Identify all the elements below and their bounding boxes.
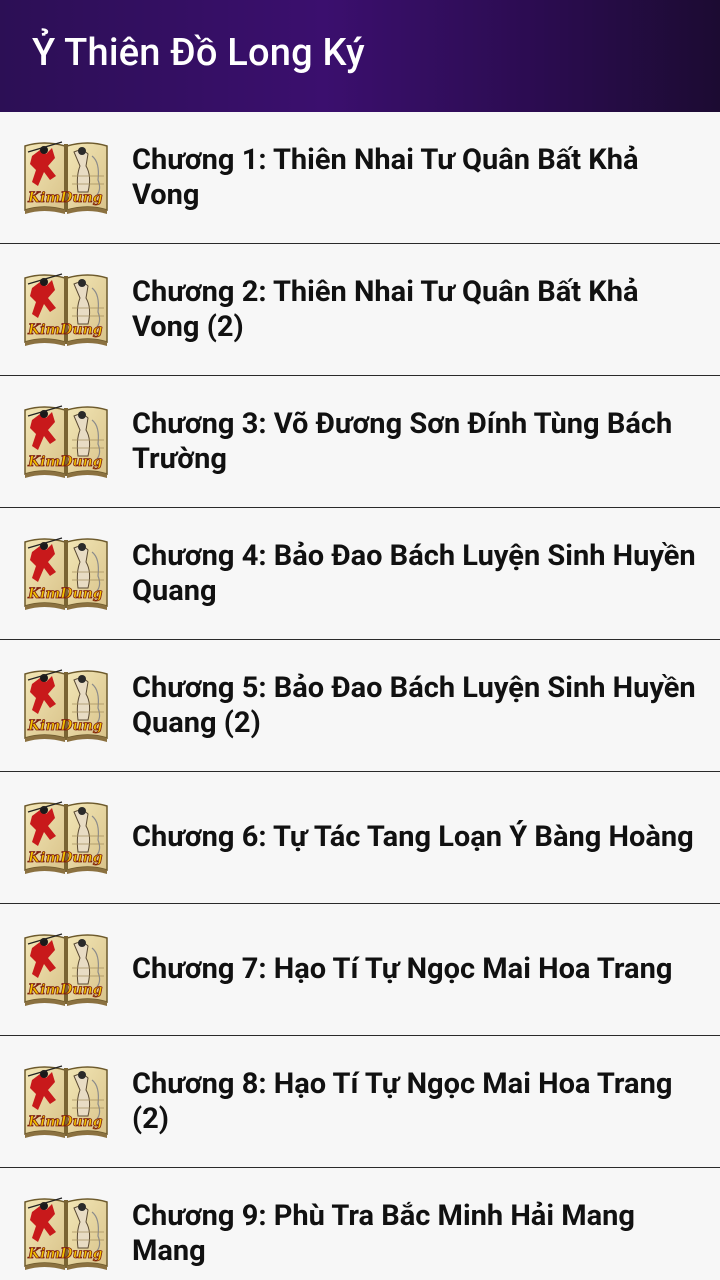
- svg-text:KimDung: KimDung: [27, 718, 103, 734]
- chapter-title: Chương 7: Hạo Tí Tự Ngọc Mai Hoa Trang: [132, 952, 673, 986]
- app-title: Ỷ Thiên Đồ Long Ký: [32, 31, 365, 75]
- chapter-row[interactable]: KimDung Chương 6: Tự Tác Tang Loạn Ý Bàn…: [0, 772, 720, 904]
- chapter-title: Chương 5: Bảo Đao Bách Luyện Sinh Huyền …: [132, 670, 696, 740]
- kim-dung-book-icon: KimDung: [24, 1065, 108, 1138]
- chapter-title: Chương 2: Thiên Nhai Tư Quân Bất Khả Von…: [132, 274, 639, 344]
- app-bar: Ỷ Thiên Đồ Long Ký: [0, 0, 720, 112]
- kim-dung-book-icon: KimDung: [24, 537, 108, 610]
- svg-text:KimDung: KimDung: [27, 454, 103, 470]
- chapter-title: Chương 9: Phù Tra Bắc Minh Hải Mang Mang: [132, 1198, 635, 1268]
- chapter-title: Chương 1: Thiên Nhai Tư Quân Bất Khả Von…: [132, 142, 639, 212]
- chapter-title: Chương 3: Võ Đương Sơn Đính Tùng Bách Tr…: [132, 406, 673, 476]
- chapter-row[interactable]: KimDung Chương 5: Bảo Đao Bách Luyện Sin…: [0, 640, 720, 772]
- chapter-title: Chương 4: Bảo Đao Bách Luyện Sinh Huyền …: [132, 538, 696, 608]
- chapter-row[interactable]: KimDung Chương 8: Hạo Tí Tự Ngọc Mai Hoa…: [0, 1036, 720, 1168]
- kim-dung-book-icon: KimDung: [24, 273, 108, 346]
- chapter-row[interactable]: KimDung Chương 9: Phù Tra Bắc Minh Hải M…: [0, 1168, 720, 1280]
- kim-dung-book-icon: KimDung: [24, 933, 108, 1006]
- svg-text:KimDung: KimDung: [27, 322, 103, 338]
- svg-text:KimDung: KimDung: [27, 1114, 103, 1130]
- chapter-list[interactable]: KimDung Chương 1: Thiên Nhai Tư Quân Bất…: [0, 112, 720, 1280]
- svg-text:KimDung: KimDung: [27, 850, 103, 866]
- svg-text:KimDung: KimDung: [27, 1246, 103, 1262]
- kim-dung-book-icon: KimDung: [24, 669, 108, 742]
- chapter-row[interactable]: KimDung Chương 2: Thiên Nhai Tư Quân Bất…: [0, 244, 720, 376]
- chapter-title: Chương 6: Tự Tác Tang Loạn Ý Bàng Hoàng: [132, 820, 694, 854]
- kim-dung-book-icon: KimDung: [24, 1197, 108, 1270]
- kim-dung-book-icon: KimDung: [24, 141, 108, 214]
- chapter-row[interactable]: KimDung Chương 7: Hạo Tí Tự Ngọc Mai Hoa…: [0, 904, 720, 1036]
- svg-text:KimDung: KimDung: [27, 190, 103, 206]
- kim-dung-book-icon: KimDung: [24, 405, 108, 478]
- kim-dung-book-icon: KimDung: [24, 801, 108, 874]
- chapter-row[interactable]: KimDung Chương 4: Bảo Đao Bách Luyện Sin…: [0, 508, 720, 640]
- svg-text:KimDung: KimDung: [27, 586, 103, 602]
- chapter-row[interactable]: KimDung Chương 3: Võ Đương Sơn Đính Tùng…: [0, 376, 720, 508]
- app-screen: Ỷ Thiên Đồ Long Ký KimDung Chương 1: Thi…: [0, 0, 720, 1280]
- chapter-title: Chương 8: Hạo Tí Tự Ngọc Mai Hoa Trang (…: [132, 1066, 673, 1136]
- chapter-row[interactable]: KimDung Chương 1: Thiên Nhai Tư Quân Bất…: [0, 112, 720, 244]
- svg-text:KimDung: KimDung: [27, 982, 103, 998]
